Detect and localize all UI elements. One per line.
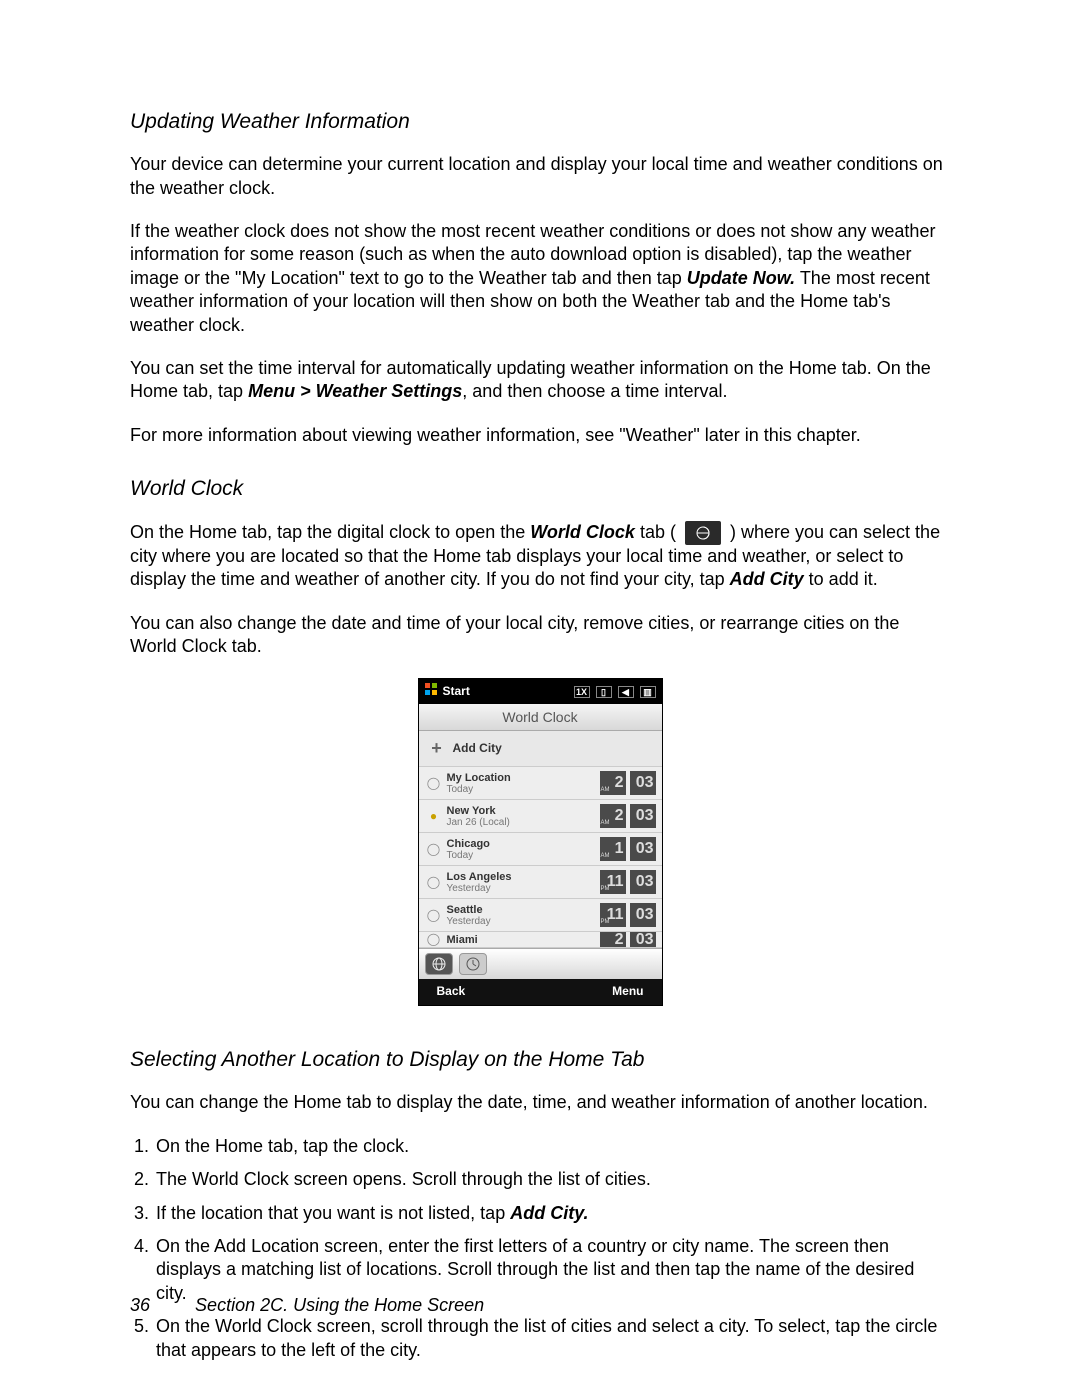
city-time: AM203 bbox=[600, 771, 656, 795]
city-info: Miami bbox=[447, 934, 600, 946]
battery-icon: ▥ bbox=[640, 686, 656, 698]
tab-world-icon[interactable] bbox=[425, 953, 453, 975]
weather-dot-icon: ◯ bbox=[425, 908, 443, 924]
weather-dot-icon: ● bbox=[425, 809, 443, 825]
weather-dot-icon: ◯ bbox=[425, 776, 443, 792]
text: If the location that you want is not lis… bbox=[156, 1203, 510, 1223]
heading-world-clock: World Clock bbox=[130, 475, 950, 502]
ui-ref-update-now: Update Now. bbox=[687, 268, 795, 288]
section-label: Section 2C. Using the Home Screen bbox=[195, 1295, 484, 1315]
phone-softkey-bar: Back Menu bbox=[419, 979, 662, 1005]
ui-ref-add-city: Add City. bbox=[510, 1203, 588, 1223]
paragraph: For more information about viewing weath… bbox=[130, 424, 950, 447]
paragraph: You can change the Home tab to display t… bbox=[130, 1091, 950, 1114]
city-row[interactable]: ◯ Miami203 bbox=[419, 932, 662, 948]
ui-ref-add-city: Add City bbox=[730, 569, 804, 589]
text: tab ( bbox=[635, 522, 681, 542]
page-footer: 36 Section 2C. Using the Home Screen bbox=[130, 1294, 484, 1317]
paragraph: You can set the time interval for automa… bbox=[130, 357, 950, 404]
weather-dot-icon: ◯ bbox=[425, 932, 443, 947]
windows-logo-icon bbox=[425, 683, 437, 700]
world-clock-tab-icon bbox=[685, 521, 721, 545]
weather-dot-icon: ◯ bbox=[425, 842, 443, 858]
world-clock-screenshot: Start 1X ▯ ◀ ▥ World Clock + Add City ◯M… bbox=[418, 678, 663, 1006]
paragraph: You can also change the date and time of… bbox=[130, 612, 950, 659]
city-row[interactable]: ◯SeattleYesterdayPM1103 bbox=[419, 899, 662, 932]
ui-ref-menu-weather-settings: Menu > Weather Settings bbox=[248, 381, 462, 401]
city-info: SeattleYesterday bbox=[447, 904, 600, 927]
heading-selecting-location: Selecting Another Location to Display on… bbox=[130, 1046, 950, 1073]
weather-dot-icon: ◯ bbox=[425, 875, 443, 891]
city-row[interactable]: ●New YorkJan 26 (Local)AM203 bbox=[419, 800, 662, 833]
page-number: 36 bbox=[130, 1295, 150, 1315]
add-city-label: Add City bbox=[453, 741, 502, 757]
paragraph: On the Home tab, tap the digital clock t… bbox=[130, 521, 950, 592]
city-info: ChicagoToday bbox=[447, 838, 600, 861]
add-city-row[interactable]: + Add City bbox=[419, 731, 662, 767]
steps-list: On the Home tab, tap the clock. The Worl… bbox=[134, 1135, 950, 1362]
volume-icon: ◀ bbox=[618, 686, 634, 698]
phone-status-bar: Start 1X ▯ ◀ ▥ bbox=[419, 679, 662, 704]
back-softkey[interactable]: Back bbox=[437, 984, 466, 1000]
city-time: PM1103 bbox=[600, 903, 656, 927]
tab-clock-icon[interactable] bbox=[459, 953, 487, 975]
city-row[interactable]: ◯My LocationTodayAM203 bbox=[419, 767, 662, 800]
heading-updating-weather: Updating Weather Information bbox=[130, 108, 950, 135]
menu-softkey[interactable]: Menu bbox=[612, 984, 643, 1000]
signal-bars-icon: ▯ bbox=[596, 686, 612, 698]
status-icons: 1X ▯ ◀ ▥ bbox=[574, 686, 656, 698]
city-row[interactable]: ◯ChicagoTodayAM103 bbox=[419, 833, 662, 866]
city-time: AM203 bbox=[600, 804, 656, 828]
city-time: PM1103 bbox=[600, 870, 656, 894]
city-row[interactable]: ◯Los AngelesYesterdayPM1103 bbox=[419, 866, 662, 899]
city-info: My LocationToday bbox=[447, 772, 600, 795]
city-list[interactable]: ◯My LocationTodayAM203●New YorkJan 26 (L… bbox=[419, 767, 662, 948]
ui-ref-world-clock: World Clock bbox=[530, 522, 635, 542]
city-info: New YorkJan 26 (Local) bbox=[447, 805, 600, 828]
paragraph: If the weather clock does not show the m… bbox=[130, 220, 950, 337]
city-time: 203 bbox=[600, 932, 656, 948]
list-item: On the World Clock screen, scroll throug… bbox=[154, 1315, 950, 1362]
signal-icon: 1X bbox=[574, 686, 590, 698]
phone-tab-bar bbox=[419, 948, 662, 979]
text: On the Home tab, tap the digital clock t… bbox=[130, 522, 530, 542]
text: to add it. bbox=[804, 569, 878, 589]
list-item: The World Clock screen opens. Scroll thr… bbox=[154, 1168, 950, 1191]
plus-icon: + bbox=[427, 737, 447, 760]
start-label: Start bbox=[443, 684, 470, 700]
city-info: Los AngelesYesterday bbox=[447, 871, 600, 894]
list-item: On the Home tab, tap the clock. bbox=[154, 1135, 950, 1158]
phone-screen-title: World Clock bbox=[419, 704, 662, 731]
city-time: AM103 bbox=[600, 837, 656, 861]
list-item: If the location that you want is not lis… bbox=[154, 1202, 950, 1225]
paragraph: Your device can determine your current l… bbox=[130, 153, 950, 200]
text: , and then choose a time interval. bbox=[462, 381, 727, 401]
